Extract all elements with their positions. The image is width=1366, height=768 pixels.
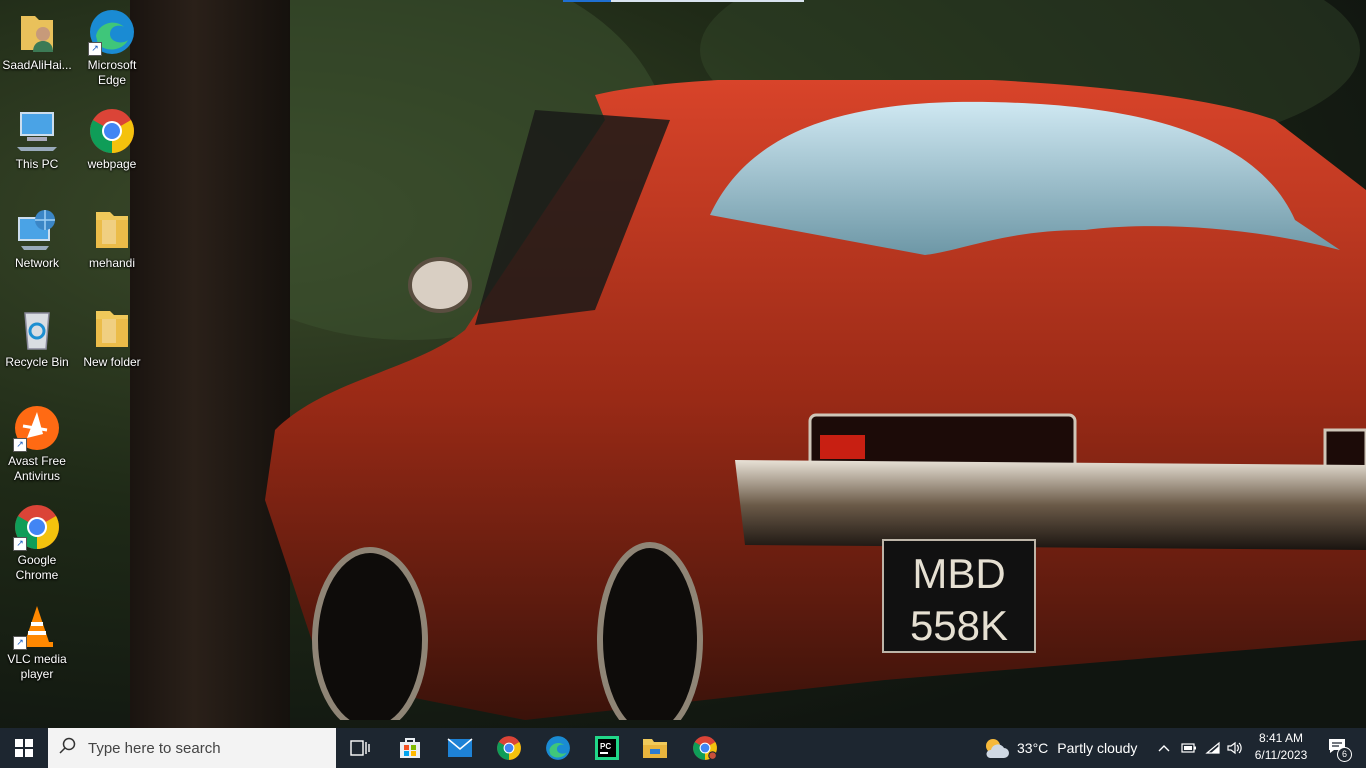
avast-icon: ↗ [13,404,61,452]
desktop-icon-label: webpage [87,157,137,171]
chrome-icon [693,736,717,760]
clock-date: 6/11/2023 [1254,748,1308,762]
chevron-up-icon [1158,745,1170,752]
task-view-button[interactable] [336,728,384,768]
action-center-button[interactable]: 6 [1318,728,1358,768]
pycharm-icon: PC [595,736,619,760]
taskbar-edge-button[interactable] [534,728,582,768]
desktop[interactable]: MBD 558K SaadAliHai... ↗ Microsoft Edge … [0,0,1366,728]
desktop-icon-label: SaadAliHai... [2,58,72,72]
weather-condition: Partly cloudy [1057,740,1138,756]
wallpaper-car: MBD 558K [265,80,1366,720]
desktop-icon-user-folder[interactable]: SaadAliHai... [1,8,73,73]
taskbar-chrome-profile-button[interactable] [681,728,729,768]
desktop-icon-label: This PC [15,157,59,171]
folder-icon [88,206,136,254]
edge-icon: ↗ [88,8,136,56]
clock[interactable]: 8:41 AM 6/11/2023 [1248,731,1314,762]
clock-time: 8:41 AM [1258,731,1304,745]
taskbar-search-box[interactable]: Type here to search [48,728,336,768]
windows-logo-icon [15,739,33,757]
search-placeholder: Type here to search [88,739,221,757]
battery-status[interactable] [1178,728,1200,768]
recycle-bin-icon [13,305,61,353]
mail-icon [447,738,473,757]
task-view-icon [350,740,370,756]
taskbar: Type here to search PC 33°C Partly cloud… [0,728,1366,768]
desktop-icon-new-folder[interactable]: New folder [76,305,148,370]
desktop-icon-edge[interactable]: ↗ Microsoft Edge [76,8,148,88]
folder-icon [88,305,136,353]
svg-text:PC: PC [600,742,611,751]
desktop-icon-vlc[interactable]: ↗ VLC media player [1,602,73,682]
desktop-icon-label: Network [14,256,59,270]
store-icon [400,738,420,758]
speaker-icon [1227,741,1242,755]
chrome-icon [497,736,521,760]
desktop-icon-label: Avast Free Antivirus [8,454,66,483]
desktop-icon-label: Microsoft Edge [87,58,137,87]
weather-temperature: 33°C [1017,740,1049,756]
notification-count-badge: 6 [1337,747,1352,762]
desktop-icon-label: mehandi [88,256,136,270]
desktop-icon-google-chrome[interactable]: ↗ Google Chrome [1,503,73,583]
weather-widget[interactable]: 33°C Partly cloudy [982,728,1142,768]
volume-control[interactable] [1224,728,1246,768]
this-pc-icon [13,107,61,155]
shortcut-arrow-icon: ↗ [88,42,102,56]
user-folder-icon [13,8,61,56]
taskbar-store-button[interactable] [386,728,434,768]
partly-cloudy-icon [986,739,1009,758]
top-progress-strip [563,0,804,2]
battery-icon [1181,743,1196,753]
desktop-icon-label: Recycle Bin [5,355,69,369]
desktop-icon-avast[interactable]: ↗ Avast Free Antivirus [1,404,73,484]
taskbar-file-explorer-button[interactable] [631,728,679,768]
desktop-icon-recycle-bin[interactable]: Recycle Bin [1,305,73,370]
taskbar-mail-button[interactable] [436,728,484,768]
search-icon [48,737,88,759]
chrome-icon [88,107,136,155]
chrome-icon: ↗ [13,503,61,551]
desktop-icon-network[interactable]: Network [1,206,73,271]
desktop-icon-label: Google Chrome [15,553,59,582]
shortcut-arrow-icon: ↗ [13,537,27,551]
desktop-icon-label: New folder [83,355,141,369]
file-explorer-icon [643,739,667,758]
desktop-icon-label: VLC media player [7,652,67,681]
shortcut-arrow-icon: ↗ [13,636,27,650]
shortcut-arrow-icon: ↗ [13,438,27,452]
start-button[interactable] [0,728,48,768]
license-plate-line2: 558K [910,602,1008,649]
desktop-icon-mehandi[interactable]: mehandi [76,206,148,271]
desktop-icon-webpage[interactable]: webpage [76,107,148,172]
edge-icon [546,736,570,760]
network-status[interactable] [1202,728,1224,768]
license-plate-line1: MBD [912,550,1005,597]
network-icon [13,206,61,254]
wifi-icon [1205,741,1220,754]
show-hidden-icons-button[interactable] [1152,728,1176,768]
taskbar-chrome-button[interactable] [485,728,533,768]
desktop-icon-this-pc[interactable]: This PC [1,107,73,172]
taskbar-pycharm-button[interactable]: PC [583,728,631,768]
vlc-icon: ↗ [13,602,61,650]
